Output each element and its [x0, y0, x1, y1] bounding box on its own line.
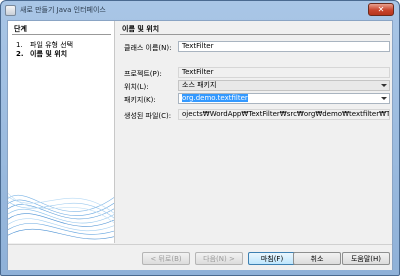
dialog-window: 새로 만들기 Java 인터페이스 ✕ 단계 1. 파일 유형 선택 2. 이름 및…	[0, 0, 400, 276]
created-file-label: 생성된 파일(C):	[124, 112, 172, 120]
decorative-wave-graphic	[8, 192, 114, 240]
steps-panel: 단계 1. 파일 유형 선택 2. 이름 및 위치	[8, 21, 115, 243]
button-strip: < 뒤로(B) 다음(N) > 마침(F) 취소 도움말(H)	[8, 244, 392, 270]
chevron-down-icon[interactable]	[381, 97, 387, 100]
location-label: 위치(L):	[124, 83, 149, 91]
steps-title: 단계	[14, 25, 27, 33]
package-label: 패키지(K):	[124, 96, 156, 104]
step-label: 이름 및 위치	[30, 50, 68, 58]
close-icon: ✕	[377, 5, 385, 14]
created-file-field: ojects₩WordApp₩TextFilter₩src₩org₩demo₩t…	[178, 109, 390, 120]
package-value-selected: org.demo.textfilter	[182, 94, 248, 102]
window-title: 새로 만들기 Java 인터페이스	[20, 6, 106, 14]
step-item-name-and-location: 2. 이름 및 위치	[16, 49, 67, 59]
package-combobox[interactable]: org.demo.textfilter	[178, 93, 390, 104]
step-number: 1.	[16, 41, 23, 49]
location-select[interactable]: 소스 패키지	[178, 80, 390, 91]
form-divider	[120, 34, 390, 35]
class-name-label: 클래스 이름(N):	[124, 44, 172, 52]
location-select-value: 소스 패키지	[182, 81, 217, 89]
dialog-client-area: 단계 1. 파일 유형 선택 2. 이름 및 위치 이름 및 위치 클래스 이름…	[7, 20, 393, 270]
back-button[interactable]: < 뒤로(B)	[142, 252, 190, 265]
app-icon	[5, 4, 16, 16]
form-section-title: 이름 및 위치	[122, 25, 160, 33]
close-button[interactable]: ✕	[368, 3, 394, 16]
steps-divider	[12, 34, 111, 35]
title-bar[interactable]: 새로 만들기 Java 인터페이스 ✕	[1, 1, 399, 19]
step-number: 2.	[16, 50, 24, 58]
project-label: 프로젝트(P):	[124, 70, 162, 78]
project-field: TextFilter	[178, 67, 390, 78]
help-button[interactable]: 도움말(H)	[342, 252, 390, 265]
form-panel: 이름 및 위치 클래스 이름(N): TextFilter 프로젝트(P): T…	[116, 21, 394, 243]
finish-button[interactable]: 마침(F)	[248, 252, 296, 265]
class-name-input[interactable]: TextFilter	[178, 41, 390, 52]
chevron-down-icon	[381, 84, 387, 87]
step-label: 파일 유형 선택	[30, 41, 74, 49]
cancel-button[interactable]: 취소	[293, 252, 341, 265]
next-button[interactable]: 다음(N) >	[195, 252, 243, 265]
